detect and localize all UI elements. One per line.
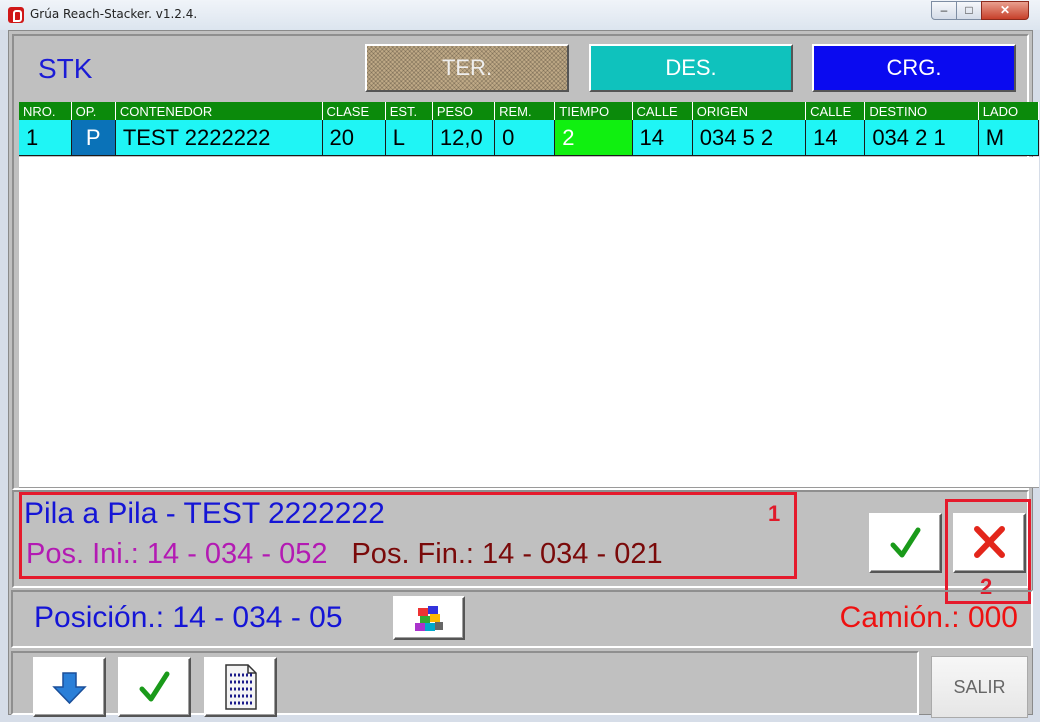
- col-contenedor[interactable]: CONTENEDOR: [115, 102, 323, 120]
- ter-button[interactable]: TER.: [365, 44, 569, 92]
- crg-button[interactable]: CRG.: [812, 44, 1016, 92]
- col-origen[interactable]: ORIGEN: [692, 102, 807, 120]
- close-icon: ✕: [999, 3, 1011, 17]
- col-lado[interactable]: LADO: [978, 102, 1040, 120]
- marker-1: 1: [768, 501, 781, 526]
- cell-destino: 034 2 1: [864, 120, 979, 156]
- cell-tiempo: 2: [554, 120, 633, 156]
- minimize-icon: –: [940, 3, 948, 17]
- stk-label: STK: [38, 53, 93, 84]
- col-est[interactable]: EST.: [385, 102, 433, 120]
- table-empty-area[interactable]: [19, 157, 1039, 488]
- col-clase[interactable]: CLASE: [322, 102, 386, 120]
- cell-lado: M: [978, 120, 1040, 156]
- cell-est: L: [385, 120, 433, 156]
- table-header-row: NRO. OP. CONTENEDOR CLASE EST. PESO REM.…: [19, 102, 1040, 120]
- app-icon: [8, 7, 24, 23]
- position-text: Posición.: 14 - 034 - 05: [34, 601, 343, 634]
- log-button[interactable]: [204, 657, 277, 717]
- highlight-box-1: [19, 492, 797, 579]
- cell-op: P: [71, 120, 116, 156]
- stack-view-button[interactable]: [393, 596, 465, 640]
- table-row[interactable]: 1 P TEST 2222222 20 L 12,0 0 2 14 034 5 …: [19, 120, 1040, 156]
- cell-origen: 034 5 2: [692, 120, 807, 156]
- maximize-button[interactable]: □: [956, 1, 982, 20]
- cell-peso: 12,0: [432, 120, 496, 156]
- window-title: Grúa Reach-Stacker. v1.2.4.: [30, 7, 198, 21]
- col-peso[interactable]: PESO: [432, 102, 496, 120]
- title-bar: Grúa Reach-Stacker. v1.2.4. – □ ✕: [0, 0, 1040, 30]
- toolbar-confirm-button[interactable]: [118, 657, 191, 717]
- down-arrow-icon: [52, 672, 87, 705]
- cell-nro: 1: [19, 120, 72, 156]
- col-calle-origen[interactable]: CALLE: [632, 102, 693, 120]
- col-op[interactable]: OP.: [71, 102, 116, 120]
- main-panel: STK TER. DES. CRG. NRO. OP. CONTENEDOR C…: [12, 34, 1040, 490]
- des-button[interactable]: DES.: [589, 44, 793, 92]
- binary-document-icon: [225, 664, 257, 710]
- close-window-button[interactable]: ✕: [981, 1, 1029, 20]
- cell-rem: 0: [494, 120, 556, 156]
- cell-clase: 20: [322, 120, 386, 156]
- maximize-icon: □: [965, 3, 973, 17]
- cell-contenedor: TEST 2222222: [115, 120, 323, 156]
- salir-button[interactable]: SALIR: [931, 656, 1028, 718]
- col-nro[interactable]: NRO.: [19, 102, 72, 120]
- container-table: NRO. OP. CONTENEDOR CLASE EST. PESO REM.…: [19, 102, 1040, 156]
- app-window: Grúa Reach-Stacker. v1.2.4. – □ ✕ STK TE…: [0, 0, 1040, 722]
- col-calle-destino[interactable]: CALLE: [805, 102, 866, 120]
- checkmark-icon: [890, 527, 921, 558]
- down-button[interactable]: [33, 657, 106, 717]
- col-rem[interactable]: REM.: [494, 102, 556, 120]
- confirm-button[interactable]: [869, 513, 942, 573]
- cell-calle-origen: 14: [632, 120, 693, 156]
- minimize-button[interactable]: –: [931, 1, 957, 20]
- camion-text: Camión.: 000: [839, 601, 1018, 634]
- checkmark-icon: [139, 671, 170, 702]
- cell-calle-destino: 14: [805, 120, 866, 156]
- col-tiempo[interactable]: TIEMPO: [554, 102, 633, 120]
- col-destino[interactable]: DESTINO: [864, 102, 979, 120]
- container-stack-icon: [415, 606, 443, 631]
